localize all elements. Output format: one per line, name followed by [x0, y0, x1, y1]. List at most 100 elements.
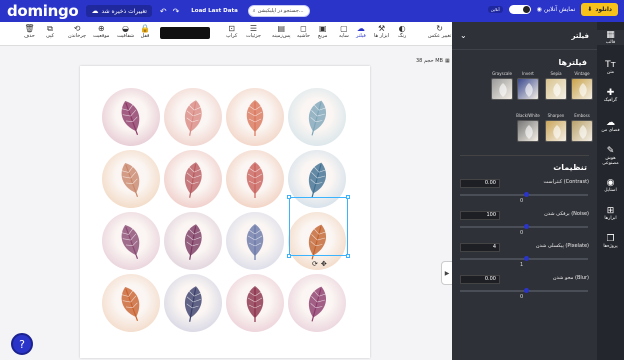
- filter-thumbnail[interactable]: [571, 78, 593, 100]
- leaf-sticker[interactable]: [226, 150, 284, 208]
- tool-icon: ⧉: [47, 24, 53, 33]
- tool-icon: ⟲: [73, 24, 81, 33]
- filter-label: Sepia: [550, 71, 562, 76]
- sidebar-label: قالب: [605, 40, 616, 45]
- filter-thumbnail[interactable]: [491, 78, 513, 100]
- resize-handle[interactable]: [287, 254, 291, 258]
- toolbar-tool[interactable]: ☁ فیلتر: [356, 24, 366, 39]
- filter-thumbnail[interactable]: [517, 120, 539, 142]
- leaf-icon: [246, 100, 264, 136]
- sidebar-item[interactable]: ⊞ ابزارها: [597, 206, 624, 221]
- resize-handle[interactable]: [346, 195, 350, 199]
- sidebar-item[interactable]: ❐ پروژه‌ها: [597, 234, 624, 249]
- filter-label: Sharpen: [547, 113, 565, 118]
- leaf-icon: [525, 83, 533, 97]
- slider-knob[interactable]: [524, 256, 529, 261]
- toolbar-tool[interactable]: ⟲ چرخاندن: [68, 24, 86, 39]
- resize-handle[interactable]: [346, 254, 350, 258]
- leaf-sticker[interactable]: [102, 150, 160, 208]
- toolbar-tool[interactable]: ◻ حاشیه: [297, 24, 310, 39]
- toolbar-tool[interactable]: ▣ مربع: [318, 24, 328, 39]
- toolbar-tool[interactable]: ☰ جزئیات: [246, 24, 261, 39]
- toolbar-tool[interactable]: ▢ سایه: [339, 24, 349, 39]
- leaf-sticker[interactable]: [164, 88, 222, 146]
- adjustment-label: کنتراست (Contrast): [543, 179, 589, 185]
- sidebar-icon: ❐: [606, 234, 615, 244]
- filter-thumbnail[interactable]: [545, 120, 567, 142]
- grid-icon[interactable]: ▦: [445, 58, 450, 64]
- help-button[interactable]: ?: [11, 333, 33, 355]
- adjustment-slider[interactable]: [460, 224, 588, 229]
- leaf-sticker[interactable]: [164, 212, 222, 270]
- adjustment-input[interactable]: 0.00: [460, 275, 500, 284]
- adjustment-input[interactable]: 0.00: [460, 179, 500, 188]
- toolbar-tool[interactable]: ⧉ کپی: [46, 24, 54, 39]
- sidebar-item[interactable]: ✎ هوش مصنوعی: [597, 146, 624, 166]
- leaf-sticker[interactable]: [226, 212, 284, 270]
- adjustment-input[interactable]: 100: [460, 211, 500, 220]
- leaf-sticker[interactable]: [102, 274, 160, 332]
- tool-label: موقعیت: [93, 33, 110, 39]
- filter-thumbnail[interactable]: [517, 78, 539, 100]
- tool-label: جزئیات: [246, 33, 261, 39]
- leaf-sticker[interactable]: [226, 274, 284, 332]
- download-button[interactable]: ⬇ دانلود: [581, 3, 618, 16]
- sidebar-item[interactable]: ☁ فضای من: [597, 118, 624, 133]
- chevron-down-icon[interactable]: ⌄: [460, 31, 467, 40]
- toolbar-tool[interactable]: 🔒 قفل: [140, 24, 150, 39]
- leaf-sticker[interactable]: [226, 88, 284, 146]
- leaf-icon: [579, 83, 587, 97]
- adjustment-input[interactable]: 4: [460, 243, 500, 252]
- redo-icon[interactable]: ↷: [173, 7, 180, 16]
- leaf-sticker[interactable]: [288, 88, 346, 146]
- top-bar: domingo ☁ تغییرات ذخیره شد ↶ ↷ Load Last…: [0, 0, 624, 22]
- sidebar-item[interactable]: Tт متن: [597, 60, 624, 75]
- adjustment-slider[interactable]: [460, 192, 588, 197]
- tool-icon: ◒: [122, 24, 130, 33]
- toolbar-tool[interactable]: ◐ رنگ: [398, 24, 406, 39]
- toolbar-tool[interactable]: ◒ شفافیت: [117, 24, 134, 39]
- leaf-sticker[interactable]: [102, 88, 160, 146]
- tool-label: تغییر عکس: [428, 33, 452, 39]
- leaf-icon: [246, 286, 264, 322]
- resize-handle[interactable]: [287, 195, 291, 199]
- leaf-sticker[interactable]: [164, 274, 222, 332]
- adjustment-slider[interactable]: [460, 256, 588, 261]
- search-input[interactable]: ⌕ جستجو در اپلیکیشن...: [247, 5, 310, 17]
- adjustment-slider[interactable]: [460, 288, 588, 293]
- toolbar-tool[interactable]: ▤ پس‌زمینه: [272, 24, 291, 39]
- slider-knob[interactable]: [524, 192, 529, 197]
- sidebar-item[interactable]: ▦ قالب: [597, 30, 624, 45]
- canvas-size-indicator: حجم 38 MB ▦: [416, 58, 450, 64]
- slider-knob[interactable]: [524, 288, 529, 293]
- sidebar-item[interactable]: ◉ استایل: [597, 178, 624, 193]
- tool-label: شفافیت: [117, 33, 135, 39]
- slider-knob[interactable]: [524, 224, 529, 229]
- sidebar-icon: Tт: [605, 60, 616, 70]
- toolbar-tool[interactable]: ⊕ موقعیت: [93, 24, 109, 39]
- sidebar-label: استایل: [604, 188, 617, 193]
- online-toggle[interactable]: [508, 5, 531, 14]
- leaf-icon: [553, 83, 561, 97]
- toolbar-tool[interactable]: ⊡ کراپ: [226, 24, 237, 39]
- leaf-sticker[interactable]: [102, 212, 160, 270]
- filter-thumbnail[interactable]: [571, 120, 593, 142]
- sidebar-item[interactable]: ✚ گرافیک: [597, 88, 624, 103]
- filter-thumbnail[interactable]: [545, 78, 567, 100]
- undo-icon[interactable]: ↶: [160, 7, 167, 16]
- preview-button[interactable]: ◉ نمایش آنلاین: [537, 6, 576, 13]
- selection-box[interactable]: [287, 195, 350, 258]
- leaf-sticker[interactable]: [164, 150, 222, 208]
- toolbar-dark-field[interactable]: [160, 27, 210, 39]
- right-sidebar: ▦ قالب Tт متن ✚ گرافیک ☁ فضای من ✎ هوش مصنوعی ◉ است…: [597, 22, 624, 360]
- load-last-data-button[interactable]: Load Last Data: [191, 8, 238, 14]
- move-icon[interactable]: ✥: [321, 260, 327, 268]
- tool-icon: ☰: [249, 24, 258, 33]
- leaf-icon: [184, 162, 202, 198]
- toolbar-tool[interactable]: ↻ تغییر عکس: [428, 24, 451, 39]
- tool-label: حذف: [24, 33, 35, 39]
- toolbar-tool[interactable]: ⚒ ابزار ها: [374, 24, 389, 39]
- leaf-sticker[interactable]: [288, 274, 346, 332]
- toolbar-tool[interactable]: 🗑 حذف: [24, 24, 35, 39]
- rotate-icon[interactable]: ⟳: [312, 260, 318, 268]
